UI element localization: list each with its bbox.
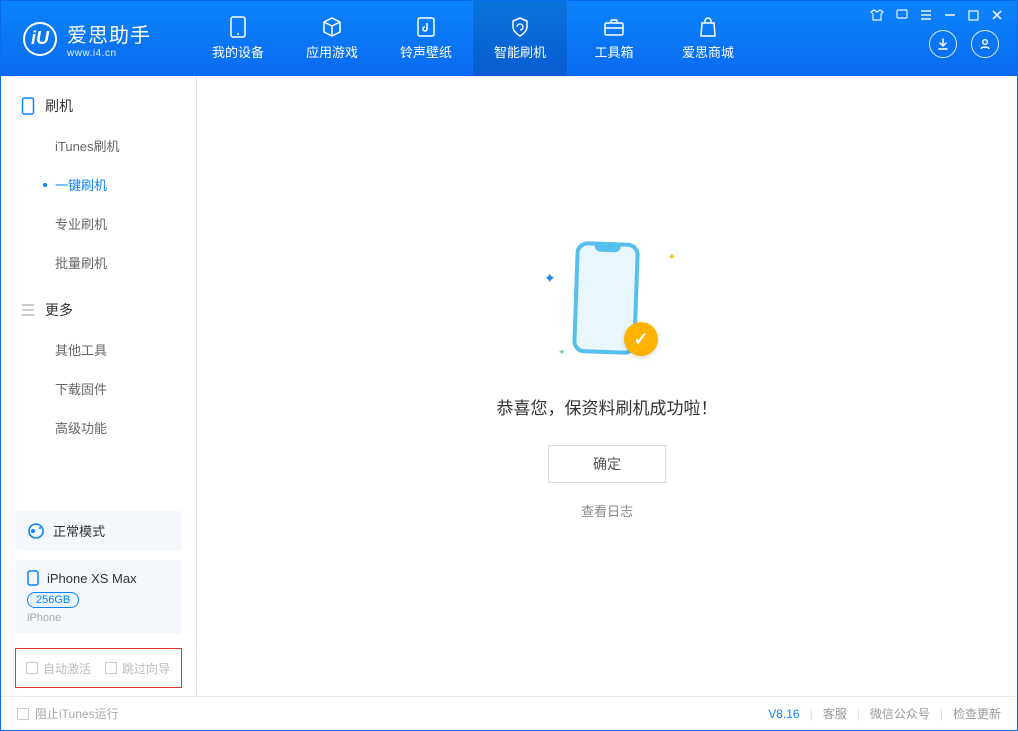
nav-toolbox[interactable]: 工具箱 bbox=[567, 1, 661, 76]
menu-icon[interactable] bbox=[920, 9, 932, 21]
auto-activate-checkbox[interactable]: 自动激活 bbox=[26, 660, 91, 677]
nav-label: 爱思商城 bbox=[682, 42, 734, 61]
nav-label: 工具箱 bbox=[594, 42, 633, 61]
checkbox-icon bbox=[17, 708, 29, 720]
nav-smart-flash[interactable]: 智能刷机 bbox=[473, 1, 567, 76]
nav-store[interactable]: 爱思商城 bbox=[661, 1, 755, 76]
success-title: 恭喜您，保资料刷机成功啦！ bbox=[497, 394, 718, 419]
cube-icon bbox=[319, 16, 345, 38]
sparkle-icon: ✦ bbox=[668, 252, 676, 263]
nav-label: 我的设备 bbox=[212, 42, 264, 61]
mode-label: 正常模式 bbox=[53, 521, 105, 540]
minimize-button[interactable] bbox=[944, 9, 956, 21]
sidebar: 刷机 iTunes刷机 一键刷机 专业刷机 批量刷机 更多 其他工具 下载固件 … bbox=[1, 76, 197, 696]
list-icon bbox=[21, 304, 35, 316]
app-window: iU 爱思助手 www.i4.cn 我的设备 应用游戏 铃声壁纸 智能刷机 bbox=[0, 0, 1018, 731]
sidebar-item-onekey-flash[interactable]: 一键刷机 bbox=[1, 165, 196, 204]
logo: iU 爱思助手 www.i4.cn bbox=[1, 19, 191, 59]
block-itunes-checkbox[interactable]: 阻止iTunes运行 bbox=[17, 705, 119, 722]
music-file-icon bbox=[413, 16, 439, 38]
bag-icon bbox=[695, 16, 721, 38]
checkbox-icon bbox=[26, 662, 38, 674]
nav-label: 智能刷机 bbox=[494, 42, 546, 61]
user-button[interactable] bbox=[971, 30, 999, 58]
sidebar-item-other-tools[interactable]: 其他工具 bbox=[1, 330, 196, 369]
nav-label: 铃声壁纸 bbox=[400, 42, 452, 61]
sidebar-item-pro-flash[interactable]: 专业刷机 bbox=[1, 204, 196, 243]
sidebar-item-batch-flash[interactable]: 批量刷机 bbox=[1, 243, 196, 282]
feedback-icon[interactable] bbox=[896, 9, 908, 21]
check-update-link[interactable]: 检查更新 bbox=[953, 705, 1001, 722]
app-name-en: www.i4.cn bbox=[67, 48, 151, 59]
nav: 我的设备 应用游戏 铃声壁纸 智能刷机 工具箱 爱思商城 bbox=[191, 1, 755, 76]
device-box[interactable]: iPhone XS Max 256GB iPhone bbox=[15, 560, 182, 634]
options-row: 自动激活 跳过向导 bbox=[15, 648, 182, 688]
success-illustration: ✦ ✦ ✦ ✓ bbox=[532, 236, 682, 366]
sidebar-section-title: 更多 bbox=[45, 300, 73, 320]
logo-icon: iU bbox=[23, 22, 57, 56]
nav-apps-games[interactable]: 应用游戏 bbox=[285, 1, 379, 76]
sidebar-section-title: 刷机 bbox=[45, 96, 73, 116]
phone-icon bbox=[21, 97, 35, 115]
nav-ringtones-wallpapers[interactable]: 铃声壁纸 bbox=[379, 1, 473, 76]
sidebar-section-flash: 刷机 bbox=[1, 86, 196, 126]
header: iU 爱思助手 www.i4.cn 我的设备 应用游戏 铃声壁纸 智能刷机 bbox=[1, 1, 1017, 76]
sparkle-icon: ✦ bbox=[544, 270, 556, 287]
device-small-icon bbox=[27, 570, 39, 586]
device-storage-badge: 256GB bbox=[27, 592, 79, 608]
sidebar-section-more: 更多 bbox=[1, 290, 196, 330]
skip-guide-label: 跳过向导 bbox=[122, 660, 170, 677]
body: 刷机 iTunes刷机 一键刷机 专业刷机 批量刷机 更多 其他工具 下载固件 … bbox=[1, 76, 1017, 696]
shield-refresh-icon bbox=[507, 16, 533, 38]
nav-my-device[interactable]: 我的设备 bbox=[191, 1, 285, 76]
sparkle-icon: ✦ bbox=[558, 347, 566, 358]
app-name-cn: 爱思助手 bbox=[67, 19, 151, 48]
shirt-icon[interactable] bbox=[870, 9, 884, 21]
close-button[interactable] bbox=[991, 9, 1003, 21]
device-type: iPhone bbox=[27, 612, 170, 624]
nav-label: 应用游戏 bbox=[306, 42, 358, 61]
checkbox-icon bbox=[105, 662, 117, 674]
block-itunes-label: 阻止iTunes运行 bbox=[35, 705, 119, 722]
ok-button[interactable]: 确定 bbox=[548, 445, 666, 483]
toolbox-icon bbox=[601, 16, 627, 38]
sidebar-item-download-firmware[interactable]: 下载固件 bbox=[1, 369, 196, 408]
view-log-link[interactable]: 查看日志 bbox=[581, 501, 633, 520]
main-panel: ✦ ✦ ✦ ✓ 恭喜您，保资料刷机成功啦！ 确定 查看日志 bbox=[197, 76, 1017, 696]
sidebar-item-advanced[interactable]: 高级功能 bbox=[1, 408, 196, 447]
maximize-button[interactable] bbox=[968, 10, 979, 21]
device-icon bbox=[225, 16, 251, 38]
sidebar-item-itunes-flash[interactable]: iTunes刷机 bbox=[1, 126, 196, 165]
support-link[interactable]: 客服 bbox=[823, 705, 847, 722]
mode-icon bbox=[27, 522, 45, 540]
check-badge-icon: ✓ bbox=[624, 322, 658, 356]
auto-activate-label: 自动激活 bbox=[43, 660, 91, 677]
version-label: V8.16 bbox=[768, 707, 799, 721]
footer: 阻止iTunes运行 V8.16 | 客服 | 微信公众号 | 检查更新 bbox=[1, 696, 1017, 730]
download-button[interactable] bbox=[929, 30, 957, 58]
mode-box[interactable]: 正常模式 bbox=[15, 511, 182, 550]
wechat-link[interactable]: 微信公众号 bbox=[870, 705, 930, 722]
device-name-text: iPhone XS Max bbox=[47, 571, 137, 586]
skip-guide-checkbox[interactable]: 跳过向导 bbox=[105, 660, 170, 677]
